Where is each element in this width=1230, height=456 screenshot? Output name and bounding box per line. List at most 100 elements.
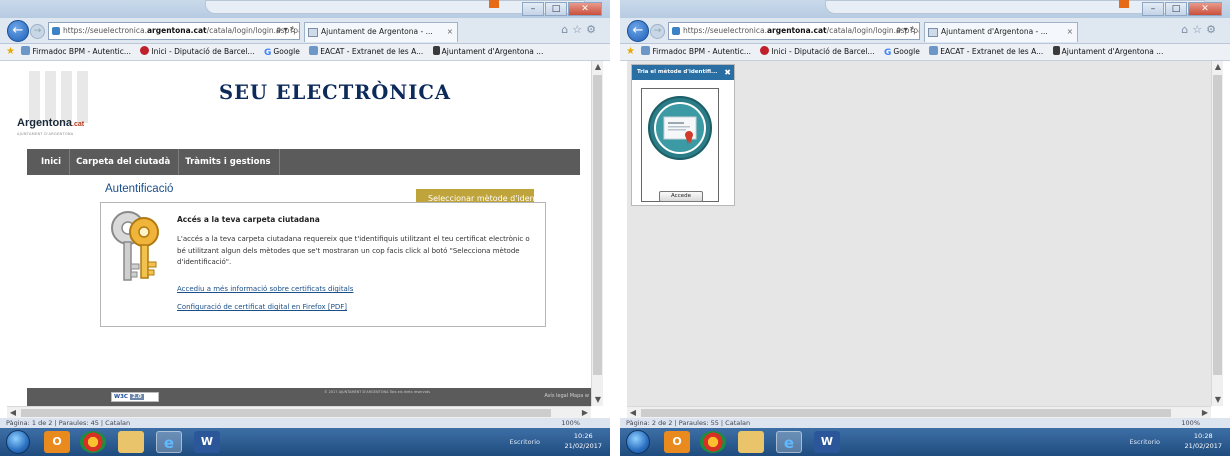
browser-tools[interactable]: ⌂☆⚙ [1181,23,1220,36]
scroll-up-icon[interactable]: ▲ [592,61,604,73]
diba-icon [140,46,150,55]
outlook-icon[interactable]: O [664,431,690,453]
right-browser-window: – □ ✕ ← → https://seuelectronica.argento… [620,0,1230,456]
logo-stripes-icon [29,71,89,123]
argentona-logo[interactable]: Argentona.cat AJUNTAMENT D'ARGENTONA [17,71,107,141]
horizontal-scrollbar[interactable]: ◀ ▶ [7,406,591,418]
info-body: L'accés a la teva carpeta ciutadana requ… [177,235,530,266]
minimize-button[interactable]: – [1142,2,1164,16]
certificate-option[interactable]: Accede [641,88,719,202]
w3c-badge[interactable]: W3C 2.0 [111,392,159,402]
favorite-item[interactable]: G Google [264,47,300,58]
back-button[interactable]: ← [627,20,649,42]
internet-explorer-icon[interactable]: e [776,431,802,453]
navigation-row: ← → https://seuelectronica.argentona.cat… [620,18,1230,44]
hscroll-thumb[interactable] [641,409,1171,417]
ie-page-icon [641,46,651,55]
firefox-config-link[interactable]: Configuració de certificat digital en Fi… [177,303,347,311]
favorite-item[interactable]: Inici - Diputació de Barcel... [140,46,255,56]
hscroll-thumb[interactable] [21,409,551,417]
tray-label[interactable]: Escritorio [1129,428,1160,456]
favorite-label: Ajuntament d'Argentona ... [1061,47,1164,56]
scroll-down-icon[interactable]: ▼ [592,394,604,406]
favorite-item[interactable]: EACAT - Extranet de les A... [309,46,423,56]
dialog-close-icon[interactable]: ✖ [724,65,731,80]
close-window-button[interactable]: ✕ [568,2,602,16]
back-button[interactable]: ← [7,20,29,42]
favorite-item[interactable]: EACAT - Extranet de les A... [929,46,1043,56]
window-controls: – □ ✕ [522,2,602,16]
favorite-item[interactable]: Firmadoc BPM - Autentic... [641,46,751,56]
clock-time: 10:28 [1193,432,1213,440]
browser-tools[interactable]: ⌂☆⚙ [561,23,600,36]
scroll-up-icon[interactable]: ▲ [1212,61,1224,73]
address-bar[interactable]: https://seuelectronica.argentona.cat/cat… [668,22,920,40]
maximize-button[interactable]: □ [545,2,567,16]
identification-dialog: Tria el mètode d'identifi... ✖ Accede [631,64,735,206]
nav-item-tramits[interactable]: Tràmits i gestions [185,149,276,175]
close-window-button[interactable]: ✕ [1188,2,1222,16]
tab-close-icon[interactable]: × [447,23,453,41]
certificates-info-link[interactable]: Accediu a més informació sobre certifica… [177,285,353,293]
keys-icon [111,211,159,281]
navigation-row: ← → https://seuelectronica.argentona.cat… [0,18,610,44]
maximize-button[interactable]: □ [1165,2,1187,16]
address-bar[interactable]: https://seuelectronica.argentona.cat/cat… [48,22,300,40]
start-button[interactable] [626,430,650,454]
main-nav: Inici Carpeta del ciutadà Tràmits i gest… [27,149,580,175]
scroll-thumb[interactable] [593,75,602,375]
browser-tab[interactable]: Ajuntament de Argentona - ... × [304,22,458,42]
favorite-item[interactable]: Ajuntament d'Argentona ... [1052,46,1164,56]
favorites-star-icon[interactable]: ★ [626,46,635,57]
clock-time: 10:26 [573,432,593,440]
browser-tab[interactable]: Ajuntament d'Argentona - ... × [924,22,1078,42]
page-footer: W3C 2.0 © 2017 AJUNTAMENT D'ARGENTONA Tot… [27,388,591,406]
file-explorer-icon[interactable] [118,431,144,453]
forward-button[interactable]: → [650,24,665,39]
favorite-item[interactable]: Ajuntament d'Argentona ... [432,46,544,56]
tray-label[interactable]: Escritorio [509,428,540,456]
scroll-thumb[interactable] [1213,75,1222,375]
notification-badge[interactable] [1119,0,1129,8]
clock[interactable]: 10:28 21/02/2017 [1185,431,1222,451]
favorites-star-icon[interactable]: ★ [6,46,15,57]
chrome-icon[interactable] [700,431,726,453]
favorite-item[interactable]: Inici - Diputació de Barcel... [760,46,875,56]
vertical-scrollbar[interactable]: ▲ ▼ [1211,61,1223,406]
scroll-down-icon[interactable]: ▼ [1212,394,1224,406]
address-tools[interactable]: ρ ▾ ċ [896,22,915,38]
footer-links[interactable]: Avís legal Mapa w [544,393,589,399]
accede-button[interactable]: Accede [659,191,703,202]
forward-button[interactable]: → [30,24,45,39]
address-domain: argentona.cat [146,26,207,35]
windows-taskbar: O e W Escritorio 10:28 21/02/2017 [620,428,1230,456]
notification-badge[interactable] [489,0,499,8]
favorite-label: Google [273,47,300,56]
minimize-button[interactable]: – [522,2,544,16]
nav-item-carpeta[interactable]: Carpeta del ciutadà [76,149,176,175]
footer-copyright: © 2017 AJUNTAMENT D'ARGENTONA Tots els d… [323,390,431,394]
favorite-item[interactable]: Firmadoc BPM - Autentic... [21,46,131,56]
favorite-label: Ajuntament d'Argentona ... [441,47,544,56]
clock-date: 21/02/2017 [1184,442,1222,450]
favorite-item[interactable]: G Google [884,47,920,58]
dialog-title: Tria el mètode d'identifi... [637,69,718,75]
google-icon: G [884,48,892,58]
chrome-icon[interactable] [80,431,106,453]
start-button[interactable] [6,430,30,454]
info-title: Accés a la teva carpeta ciutadana [177,215,320,224]
clock[interactable]: 10:26 21/02/2017 [565,431,602,451]
vertical-scrollbar[interactable]: ▲ ▼ [591,61,603,406]
word-icon[interactable]: W [814,431,840,453]
zoom-level[interactable]: 100% [1181,418,1200,428]
outlook-icon[interactable]: O [44,431,70,453]
word-icon[interactable]: W [194,431,220,453]
file-explorer-icon[interactable] [738,431,764,453]
tab-close-icon[interactable]: × [1067,23,1073,41]
zoom-level[interactable]: 100% [561,418,580,428]
horizontal-scrollbar[interactable]: ◀ ▶ [627,406,1211,418]
nav-item-inici[interactable]: Inici [41,149,67,175]
lock-icon [52,27,60,35]
internet-explorer-icon[interactable]: e [156,431,182,453]
address-tools[interactable]: ρ ▾ ċ [276,22,295,38]
